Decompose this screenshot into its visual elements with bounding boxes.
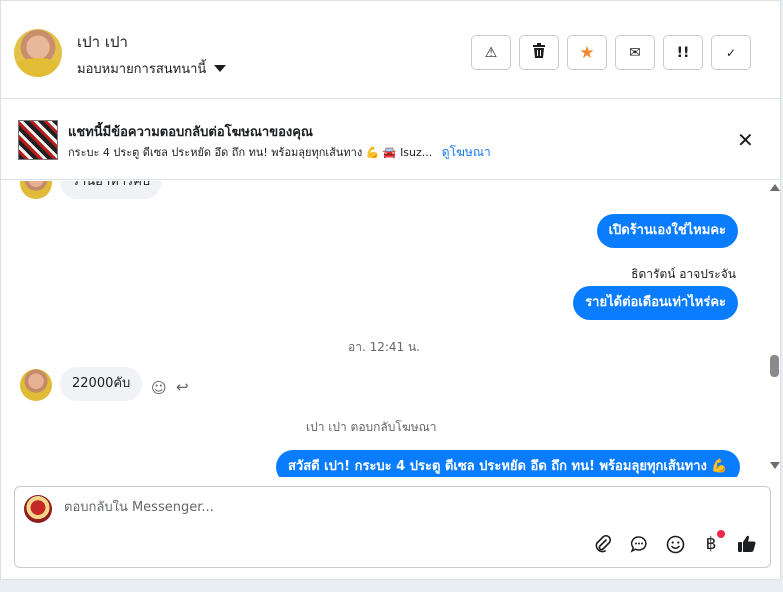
saved-reply-icon[interactable] — [629, 534, 649, 554]
thread-scrollbar[interactable] — [767, 181, 780, 477]
trash-icon — [532, 43, 546, 62]
contact-avatar-small — [20, 369, 52, 401]
mark-unread-button[interactable]: ✉ — [615, 35, 655, 70]
reply-input[interactable] — [64, 500, 664, 515]
envelope-icon: ✉ — [629, 44, 641, 61]
contact-avatar[interactable] — [14, 29, 62, 77]
follow-up-button[interactable]: !! — [663, 35, 703, 70]
report-spam-button[interactable]: ⚠ — [471, 35, 511, 70]
emoji-icon[interactable] — [665, 534, 685, 554]
mark-done-button[interactable]: ✓ — [711, 35, 751, 70]
incoming-message[interactable]: ร้านอาหารคับ — [60, 181, 163, 199]
star-button[interactable]: ★ — [567, 35, 607, 70]
scroll-thumb[interactable] — [770, 355, 779, 377]
incoming-message[interactable]: 22000คับ — [60, 367, 143, 401]
priority-icon: !! — [676, 44, 690, 61]
assign-label: มอบหมายการสนทนานี้ — [77, 62, 207, 77]
check-icon: ✓ — [725, 45, 737, 60]
star-icon: ★ — [579, 42, 595, 63]
outgoing-message[interactable]: สวัสดี เปา! กระบะ 4 ประตู ดีเซล ประหยัด … — [276, 450, 740, 477]
message-thread[interactable]: ร้านอาหารคับ เปิดร้านเองใช่ไหมคะ ธิดารัต… — [1, 181, 767, 477]
view-ad-link[interactable]: ดูโฆษณา — [442, 145, 491, 159]
contact-name[interactable]: เปา เปา — [77, 30, 128, 54]
message-timestamp: อา. 12:41 น. — [348, 340, 420, 354]
assign-conversation-dropdown[interactable]: มอบหมายการสนทนานี้ — [77, 58, 227, 79]
scroll-down-icon[interactable] — [770, 462, 780, 469]
payment-icon[interactable]: ฿ — [701, 530, 725, 554]
baht-icon: ฿ — [705, 534, 717, 554]
sender-name: ธิดารัตน์ อาจประจัน — [631, 267, 736, 281]
contact-avatar-small — [20, 181, 52, 199]
outgoing-message[interactable]: รายได้ต่อเดือนเท่าไหร่คะ — [573, 286, 738, 320]
delete-button[interactable] — [519, 35, 559, 70]
outgoing-message[interactable]: เปิดร้านเองใช่ไหมคะ — [596, 214, 738, 248]
conversation-header: เปา เปา มอบหมายการสนทนานี้ ⚠ ★ ✉ !! ✓ — [1, 1, 780, 99]
composer-tools: ฿ — [593, 530, 757, 554]
ad-thumbnail[interactable] — [18, 120, 58, 160]
page-avatar — [24, 495, 52, 523]
ad-reply-banner: แชทนี้มีข้อความตอบกลับต่อโฆษณาของคุณ กระ… — [1, 100, 780, 180]
close-icon[interactable]: ✕ — [737, 128, 754, 152]
ad-description: กระบะ 4 ประตู ดีเซล ประหยัด อึด ถึก ทน! … — [68, 146, 433, 159]
warning-icon: ⚠ — [484, 44, 498, 61]
reply-icon[interactable]: ↩ — [176, 378, 189, 396]
scroll-up-icon[interactable] — [770, 184, 780, 191]
react-icon[interactable]: ☺ — [151, 379, 167, 397]
ad-reply-note: เปา เปา ตอบกลับโฆษณา — [306, 420, 437, 434]
thumbs-up-icon[interactable] — [737, 534, 757, 554]
notification-dot — [717, 530, 725, 538]
ad-banner-title: แชทนี้มีข้อความตอบกลับต่อโฆษณาของคุณ — [68, 125, 313, 140]
caret-down-icon — [214, 65, 227, 72]
ad-banner-subtitle: กระบะ 4 ประตู ดีเซล ประหยัด อึด ถึก ทน! … — [68, 143, 491, 162]
attachment-icon[interactable] — [593, 534, 613, 554]
header-actions: ⚠ ★ ✉ !! ✓ — [471, 35, 751, 70]
message-composer: ฿ — [14, 486, 771, 568]
messenger-window: เปา เปา มอบหมายการสนทนานี้ ⚠ ★ ✉ !! ✓ แช… — [0, 0, 781, 580]
